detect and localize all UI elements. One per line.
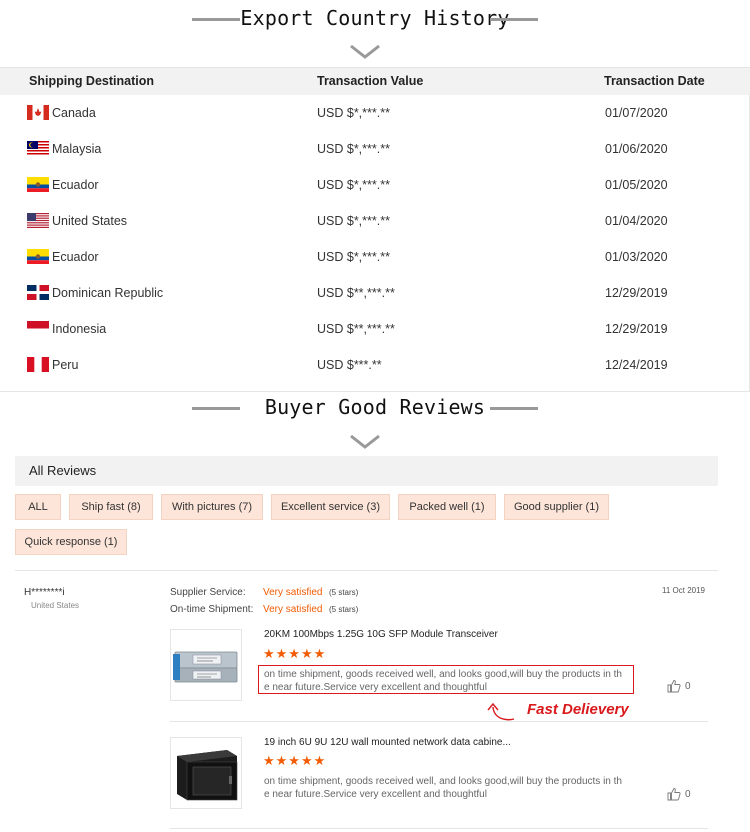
date-cell: 01/04/2020 [605,214,668,228]
buyer-name: H********i [24,587,65,598]
title-rule-right [490,407,538,410]
like-count: 0 [685,789,691,800]
date-cell: 01/03/2020 [605,250,668,264]
product-divider [170,828,708,829]
cabinet-image [171,738,241,808]
reviews-section-title: Buyer Good Reviews [264,395,486,419]
product-title[interactable]: 20KM 100Mbps 1.25G 10G SFP Module Transc… [264,629,498,640]
date-cell: 12/29/2019 [605,286,668,300]
filter-all[interactable]: ALL [15,494,61,520]
indonesia-flag-icon [27,321,49,336]
product-thumbnail-cabinet[interactable] [170,737,242,809]
filter-with-pictures[interactable]: With pictures (7) [161,494,263,520]
supplier-service-label: Supplier Service: [170,587,246,598]
all-reviews-bar: All Reviews [15,456,718,486]
ontime-shipment-label: On-time Shipment: [170,604,254,615]
review-text-line: e near future.Service very excellent and… [264,789,487,800]
table-row: Malaysia USD $*,***.** 01/06/2020 [0,132,750,168]
product-thumbnail-sfp[interactable] [170,629,242,701]
destination-cell: Ecuador [52,250,99,264]
product-title[interactable]: 19 inch 6U 9U 12U wall mounted network d… [264,737,511,748]
title-rule-right [490,18,538,21]
value-cell: USD $***.** [317,358,382,372]
destination-cell: Peru [52,358,79,372]
table-header: Shipping Destination Transaction Value T… [0,67,750,95]
value-cell: USD $*,***.** [317,106,390,120]
table-row: Dominican Republic USD $**,***.** 12/29/… [0,276,750,312]
destination-cell: Malaysia [52,142,102,156]
chevron-down-icon [350,44,380,59]
destination-cell: Canada [52,106,96,120]
destination-cell: United States [52,214,128,228]
filter-quick-response[interactable]: Quick response (1) [15,529,127,555]
supplier-service-value: Very satisfied [263,587,323,598]
table-row: Indonesia USD $**,***.** 12/29/2019 [0,312,750,348]
all-reviews-label: All Reviews [29,463,97,478]
export-history-table: Shipping Destination Transaction Value T… [0,67,750,392]
value-cell: USD $*,***.** [317,214,390,228]
filter-excellent-service[interactable]: Excellent service (3) [271,494,390,520]
table-row: Peru USD $***.** 12/24/2019 [0,348,750,384]
review-text: on time shipment, goods received well, a… [264,775,622,801]
like-count: 0 [685,681,691,692]
value-cell: USD $*,***.** [317,250,390,264]
value-cell: USD $**,***.** [317,322,395,336]
supplier-service-stars: (5 stars) [329,588,359,597]
date-cell: 12/24/2019 [605,358,668,372]
filter-good-supplier[interactable]: Good supplier (1) [504,494,609,520]
curved-arrow-icon [487,702,515,721]
table-row: Canada USD $*,***.** 01/07/2020 [0,96,750,132]
reviews-section-header: Buyer Good Reviews [0,393,750,433]
chevron-down-icon [350,434,380,449]
ecuador-flag-icon [27,249,49,264]
ontime-shipment-stars: (5 stars) [329,605,359,614]
review-date: 11 Oct 2019 [662,586,705,595]
dominican-republic-flag-icon [27,285,49,300]
date-cell: 12/29/2019 [605,322,668,336]
date-cell: 01/06/2020 [605,142,668,156]
canada-flag-icon [27,105,49,120]
filter-ship-fast[interactable]: Ship fast (8) [69,494,153,520]
annotation-fast-delivery: Fast Delievery [527,701,629,718]
value-cell: USD $*,***.** [317,178,390,192]
ontime-shipment-value: Very satisfied [263,604,323,615]
date-cell: 01/07/2020 [605,106,668,120]
ecuador-flag-icon [27,177,49,192]
date-cell: 01/05/2020 [605,178,668,192]
thumbs-up-icon[interactable] [667,679,681,693]
highlight-box [258,665,634,694]
column-header-destination: Shipping Destination [29,74,154,88]
destination-cell: Dominican Republic [52,286,164,300]
destination-cell: Indonesia [52,322,107,336]
table-row: United States USD $*,***.** 01/04/2020 [0,204,750,240]
sfp-module-image [171,630,241,700]
reviews-divider [15,570,718,571]
column-header-date: Transaction Date [604,74,705,88]
filter-packed-well[interactable]: Packed well (1) [398,494,496,520]
rating-stars: ★★★★★ [263,646,327,661]
buyer-location: United States [31,601,80,610]
thumbs-up-icon[interactable] [667,787,681,801]
value-cell: USD $*,***.** [317,142,390,156]
export-section-title: Export Country History [240,6,510,30]
column-header-value: Transaction Value [317,74,424,88]
product-divider [170,721,708,722]
malaysia-flag-icon [27,141,49,156]
rating-stars: ★★★★★ [263,753,327,768]
review-text-line: on time shipment, goods received well, a… [264,776,622,787]
usa-flag-icon [27,213,49,228]
table-row: Ecuador USD $*,***.** 01/03/2020 [0,240,750,276]
export-section-header: Export Country History [0,4,750,44]
peru-flag-icon [27,357,49,372]
table-row: Ecuador USD $*,***.** 01/05/2020 [0,168,750,204]
destination-cell: Ecuador [52,178,99,192]
value-cell: USD $**,***.** [317,286,395,300]
